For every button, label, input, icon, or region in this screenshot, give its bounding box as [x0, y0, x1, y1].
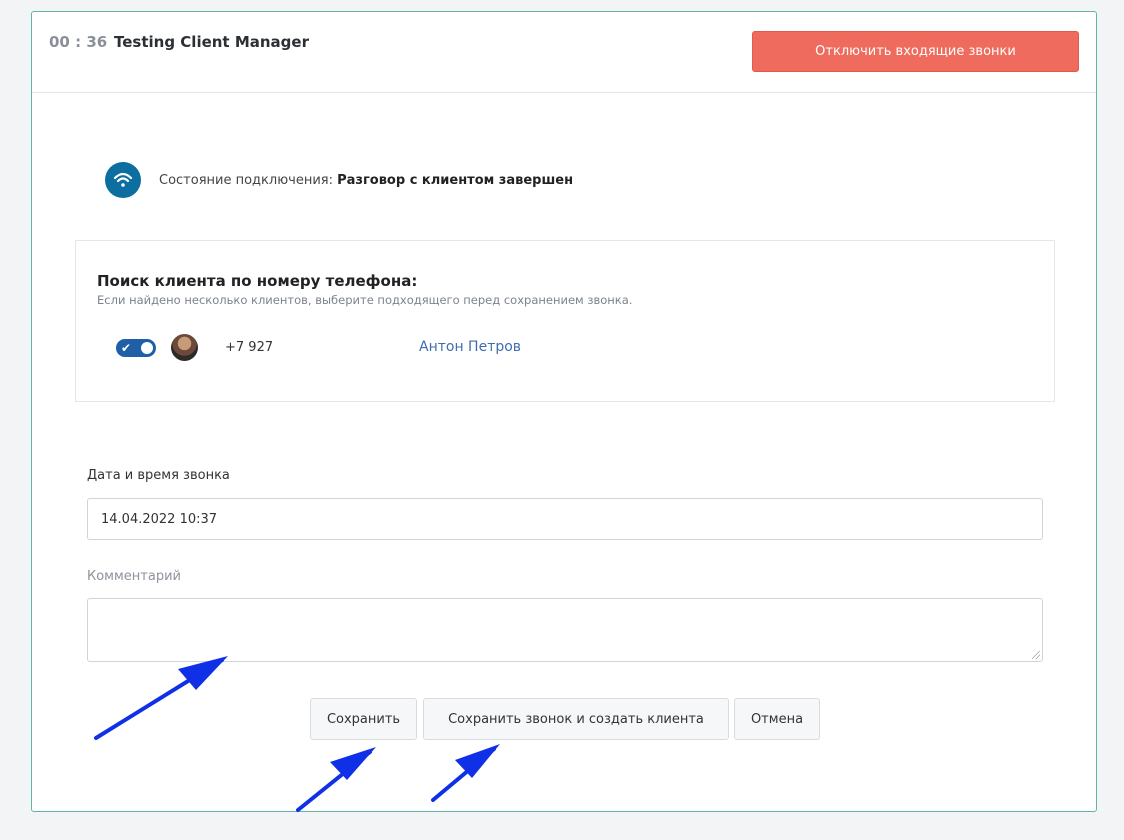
comment-label: Комментарий	[87, 569, 181, 584]
client-phone: +7 927	[225, 340, 274, 355]
connection-status-value: Разговор с клиентом завершен	[337, 172, 574, 188]
client-select-toggle[interactable]: ✔	[116, 339, 156, 357]
cancel-button[interactable]: Отмена	[734, 698, 820, 740]
date-time-field[interactable]: 14.04.2022 10:37	[87, 498, 1043, 540]
disable-incoming-calls-button[interactable]: Отключить входящие звонки	[752, 31, 1079, 72]
avatar	[171, 334, 198, 361]
client-search-section: Поиск клиента по номеру телефона: Если н…	[75, 240, 1055, 402]
comment-textarea[interactable]	[87, 598, 1043, 662]
client-search-hint: Если найдено несколько клиентов, выберит…	[97, 293, 633, 307]
client-result-row[interactable]: ✔ +7 927 Антон Петров	[116, 334, 1016, 362]
client-name-link[interactable]: Антон Петров	[419, 339, 521, 355]
date-label: Дата и время звонка	[87, 468, 230, 483]
client-search-title: Поиск клиента по номеру телефона:	[97, 272, 418, 290]
connection-status-text: Состояние подключения: Разговор с клиент…	[159, 173, 573, 188]
connection-status-label: Состояние подключения:	[159, 172, 333, 188]
toggle-knob	[141, 342, 153, 354]
connection-status: Состояние подключения: Разговор с клиент…	[105, 162, 573, 198]
resize-grip-icon[interactable]	[1032, 651, 1040, 659]
check-icon: ✔	[121, 341, 132, 355]
page-title: Testing Client Manager	[114, 33, 309, 51]
wifi-icon	[105, 162, 141, 198]
save-button[interactable]: Сохранить	[310, 698, 417, 740]
save-and-create-client-button[interactable]: Сохранить звонок и создать клиента	[423, 698, 729, 740]
call-header: 00 : 36 Testing Client Manager Отключить…	[32, 12, 1096, 93]
call-timer: 00 : 36	[49, 33, 108, 51]
call-panel: 00 : 36 Testing Client Manager Отключить…	[31, 11, 1097, 812]
